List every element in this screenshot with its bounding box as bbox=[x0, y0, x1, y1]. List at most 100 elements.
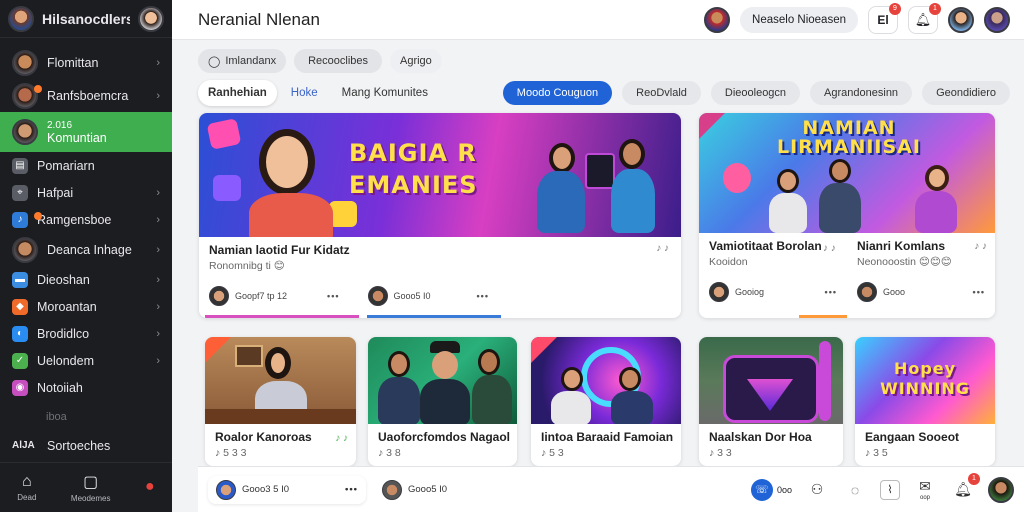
nav-home[interactable]: ⌂ Dead bbox=[17, 473, 36, 502]
card-title: Iintoa Baraaid Famoian bbox=[541, 430, 674, 444]
video-card-4[interactable]: Uaoforcfomdos Nagaol ♪ 3 8 bbox=[368, 337, 517, 466]
more-icon[interactable]: ••• bbox=[973, 287, 985, 297]
sidebar-item-3[interactable]: 2.016 Komuntian bbox=[0, 112, 172, 152]
sidebar-item-2[interactable]: Ranfsboemcra › bbox=[0, 79, 172, 112]
folder-icon: ▬ bbox=[12, 271, 28, 288]
camera-icon: ◉ bbox=[12, 379, 28, 396]
phone-icon[interactable]: ☏ bbox=[750, 478, 773, 501]
feature-card-1[interactable]: BAIGIA R EMANIES Namian laotid Fur Kidat… bbox=[199, 113, 681, 318]
sidebar-header: Hilsanocdlers bbox=[0, 0, 172, 38]
more-icon[interactable]: ••• bbox=[327, 291, 339, 301]
check-icon: ✓ bbox=[12, 352, 28, 369]
chat-icon: ▤ bbox=[12, 157, 28, 174]
bottom-user-card-2[interactable]: Gooo5 I0 bbox=[374, 476, 455, 504]
filter-button-5[interactable]: Geondidiero bbox=[922, 81, 1010, 105]
sidebar-item-5[interactable]: ⌖ Hafpai › bbox=[0, 179, 172, 206]
tab-hoke[interactable]: Hoke bbox=[281, 80, 328, 106]
person-icon[interactable]: ⚇ bbox=[804, 477, 830, 503]
search-chip[interactable]: ◯ Imlandanx bbox=[198, 49, 287, 73]
tab-mang-komunites[interactable]: Mang Komunites bbox=[332, 80, 438, 106]
sidebar-item-1[interactable]: Flomittan › bbox=[0, 46, 172, 79]
sidebar-avatar bbox=[12, 236, 38, 263]
nav-box[interactable]: ▢ Meodemes bbox=[71, 472, 111, 503]
box-icon: ▢ bbox=[83, 474, 99, 491]
bell-icon[interactable]: 🔔︎ 1 bbox=[950, 472, 980, 503]
message-button-label: El bbox=[877, 12, 889, 27]
card-subtitle: Kooidon bbox=[709, 256, 748, 268]
sidebar-item-4[interactable]: ▤ Pomariarn bbox=[0, 152, 172, 179]
sidebar-item-11[interactable]: ✓ Uelondem › bbox=[0, 347, 172, 374]
message-badge: 9 bbox=[889, 2, 901, 15]
bottom-user-card-1[interactable]: Gooo3 5 I0 ••• bbox=[208, 476, 366, 504]
card-footer: Gooiog ••• bbox=[699, 282, 847, 302]
more-icon[interactable]: ••• bbox=[825, 287, 837, 297]
pin-icon: ⌖ bbox=[12, 184, 28, 201]
bottom-profile-avatar[interactable] bbox=[988, 476, 1014, 503]
video-card-7[interactable]: Hopey WINNING Eangaan Sooeot ♪ 3 5 bbox=[855, 337, 995, 466]
chevron-right-icon: › bbox=[156, 354, 160, 367]
chevron-right-icon: › bbox=[156, 213, 160, 226]
card-subtitle: ♪ 5 3 bbox=[541, 447, 564, 459]
progress-underline bbox=[367, 315, 501, 318]
message-icon[interactable]: ✉ oop bbox=[912, 477, 938, 503]
bell-icon: 🔔︎ bbox=[914, 11, 932, 27]
chevron-right-icon: › bbox=[156, 327, 160, 340]
section-label: Sortoeches bbox=[47, 438, 111, 453]
more-icon[interactable]: ••• bbox=[345, 484, 358, 495]
video-card-5[interactable]: Iintoa Baraaid Famoian ♪ 5 3 bbox=[531, 337, 681, 466]
sidebar-avatar bbox=[12, 49, 38, 76]
sidebar-item-8[interactable]: ▬ Dieoshan › bbox=[0, 266, 172, 293]
feature-card-2[interactable]: NAMIAN LIRMANIISAI Vamiotitaat Borolan K… bbox=[699, 113, 995, 318]
chart-icon[interactable]: ⌇ bbox=[880, 479, 900, 500]
sidebar-item-6[interactable]: ♪ Ramgensboe › bbox=[0, 206, 172, 233]
second-author-avatar[interactable] bbox=[367, 286, 388, 306]
video-card-6[interactable]: Naalskan Dor Hoa ♪ 3 3 bbox=[699, 337, 843, 466]
filter-button-2[interactable]: ReoDvlald bbox=[622, 81, 701, 105]
chevron-right-icon: › bbox=[156, 243, 160, 256]
card-thumbnail bbox=[205, 337, 356, 424]
sidebar-section-sortoeches[interactable]: AlJA Sortoeches bbox=[0, 432, 172, 459]
agrigo-chip[interactable]: Agrigo bbox=[390, 49, 442, 73]
filter-button-3[interactable]: Dieooleogcn bbox=[710, 81, 801, 105]
brand-avatar[interactable] bbox=[8, 5, 34, 32]
author-avatar[interactable] bbox=[857, 282, 877, 302]
sidebar-item-9[interactable]: ◆ Moroantan › bbox=[0, 293, 172, 320]
notification-dot bbox=[34, 85, 42, 93]
card-thumbnail bbox=[368, 337, 517, 424]
author-avatar bbox=[382, 479, 402, 500]
chat-bubble-icon[interactable]: ◌ bbox=[842, 477, 868, 503]
card-meta: ♪ ♪ bbox=[335, 433, 348, 444]
filter-primary-button[interactable]: Moodo Couguon bbox=[502, 81, 613, 105]
sidebar-item-7[interactable]: Deanca Inhage › bbox=[0, 233, 172, 266]
author-avatar bbox=[216, 479, 236, 500]
notifications-button[interactable]: 🔔︎ 1 bbox=[908, 2, 941, 34]
search-chip-label: Imlandanx bbox=[225, 55, 277, 67]
author-avatar[interactable] bbox=[709, 282, 729, 302]
author-avatar[interactable] bbox=[209, 286, 229, 306]
card-subtitle: ♪ 5 3 3 bbox=[215, 447, 247, 459]
account-avatar[interactable] bbox=[984, 6, 1010, 33]
user-pill[interactable]: Neaselo Nioeasen bbox=[740, 6, 858, 33]
recommended-chip[interactable]: Recooclibes bbox=[294, 49, 382, 73]
video-card-3[interactable]: Roalor Kanoroas ♪ ♪ ♪ 5 3 3 bbox=[205, 337, 356, 466]
message-button[interactable]: El 9 bbox=[868, 2, 901, 34]
card-meta: ♪ ♪ bbox=[656, 243, 669, 254]
sidebar-item-12[interactable]: ◉ Notoiiah bbox=[0, 374, 172, 401]
card-title: Eangaan Sooeot bbox=[865, 430, 960, 444]
profile-avatar[interactable] bbox=[138, 5, 164, 32]
sidebar-item-10[interactable]: ◐ Brodidlco › bbox=[0, 320, 172, 347]
author-label: Gooo bbox=[883, 287, 906, 297]
more-icon[interactable]: ••• bbox=[477, 291, 489, 301]
header-avatar[interactable] bbox=[704, 6, 731, 33]
tab-ranhehian[interactable]: Ranhehian bbox=[198, 80, 277, 106]
nav-alert[interactable]: ● bbox=[145, 478, 155, 498]
friend-avatar[interactable] bbox=[948, 6, 974, 33]
sidebar-item-label: Uelondem bbox=[37, 353, 94, 368]
card-title: Nianri Komlans bbox=[857, 239, 946, 253]
shop-icon: ◆ bbox=[12, 298, 28, 315]
card-thumbnail bbox=[699, 337, 843, 424]
card-subtitle: ♪ 3 8 bbox=[378, 447, 401, 459]
chevron-right-icon: › bbox=[156, 273, 160, 286]
filter-button-4[interactable]: Agrandonesinn bbox=[810, 81, 913, 105]
card-subtitle: ♪ 3 5 bbox=[865, 447, 888, 459]
